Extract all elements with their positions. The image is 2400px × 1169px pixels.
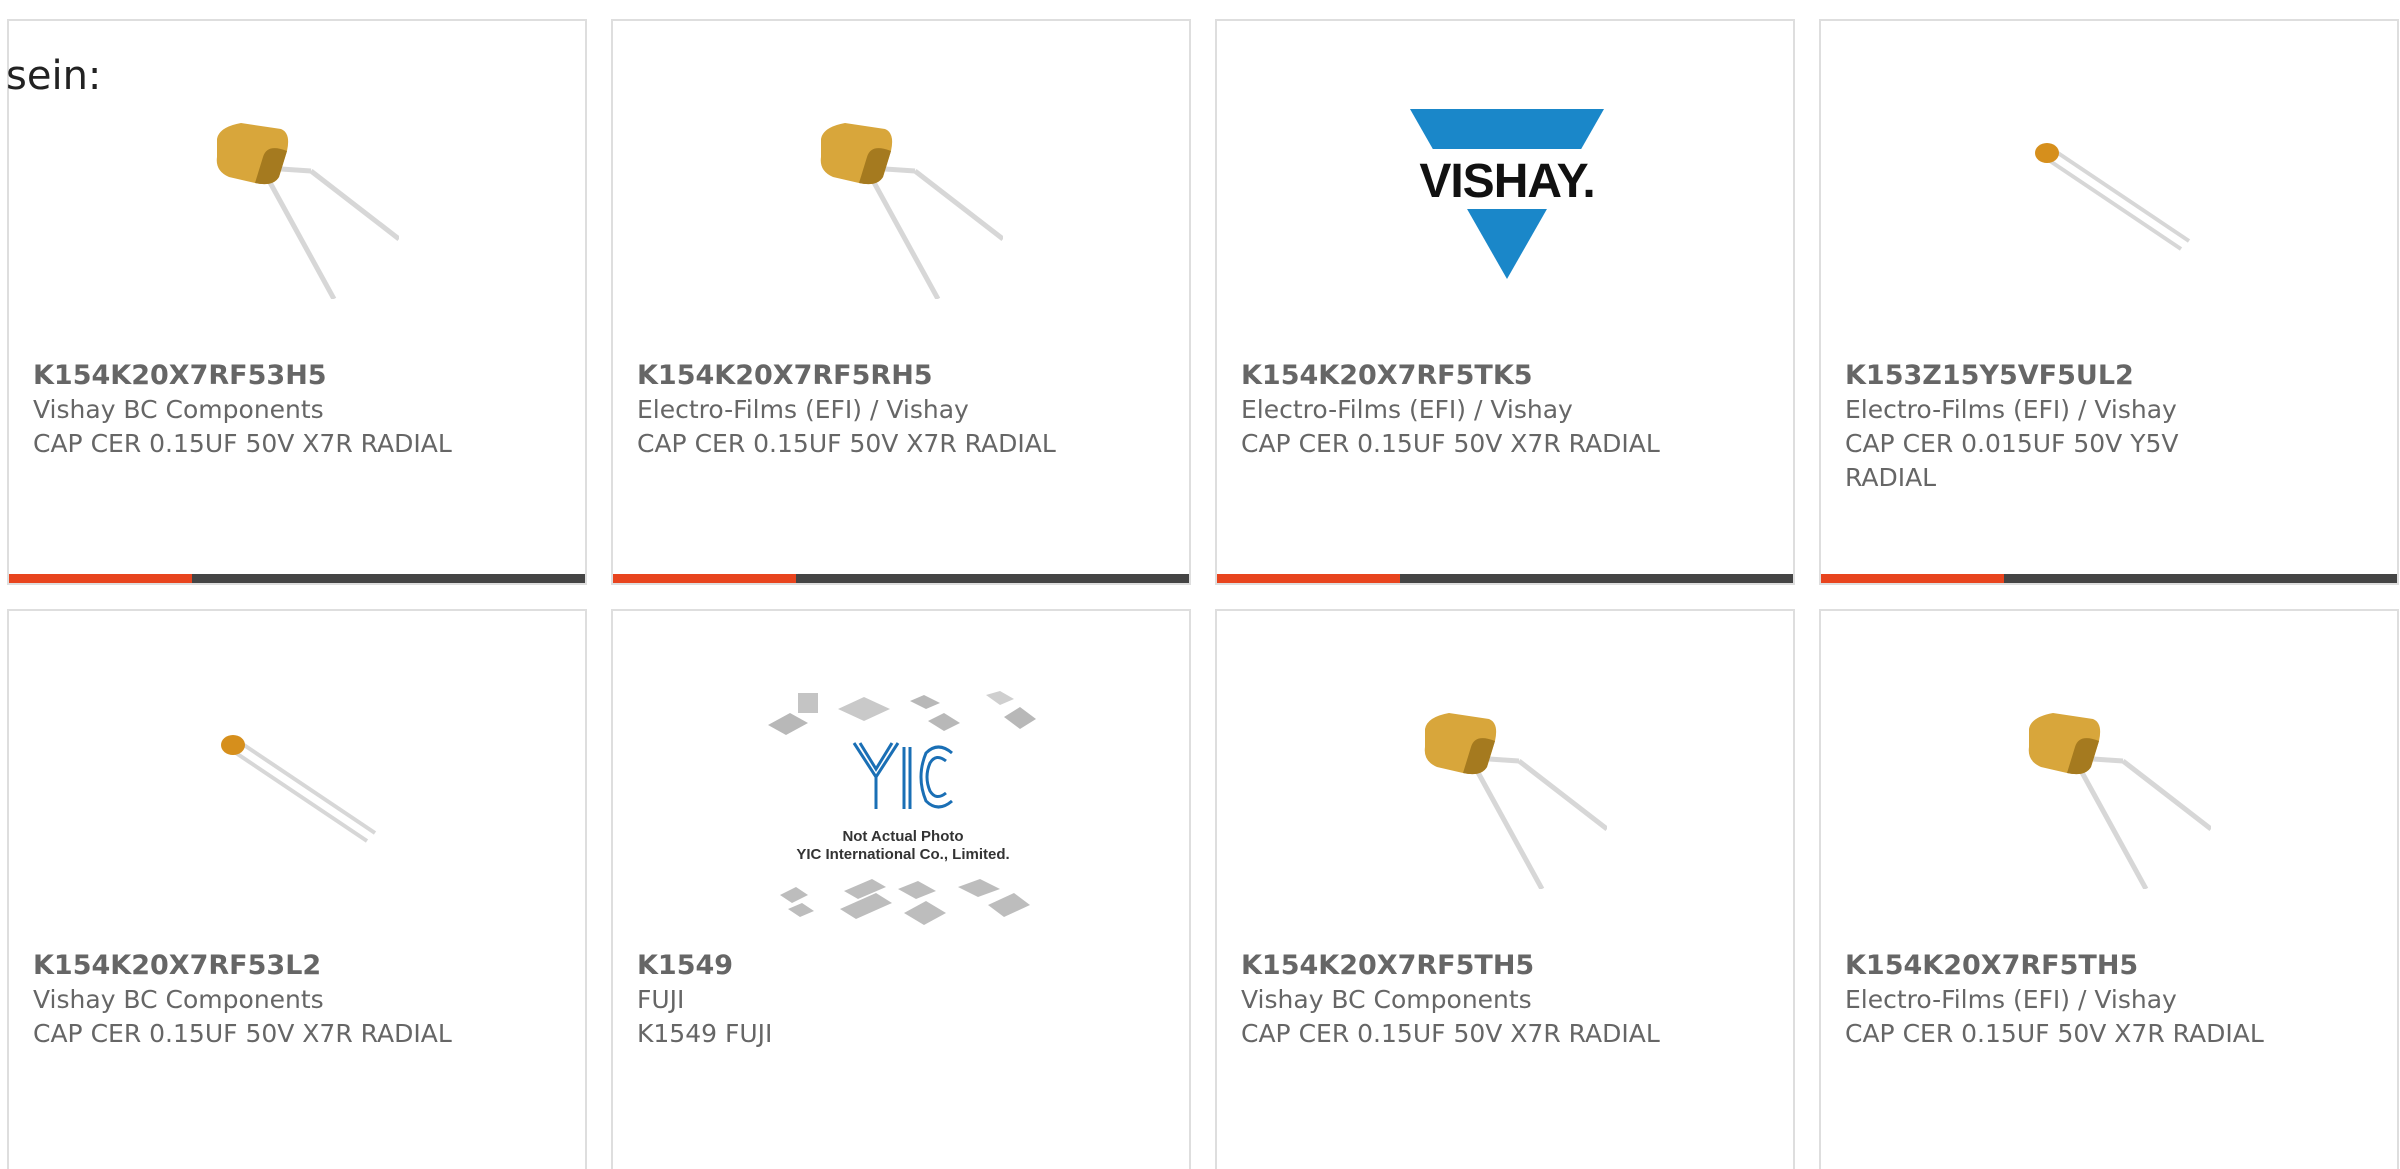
product-image[interactable]: Not Actual Photo YIC International Co., …	[768, 691, 1038, 931]
part-number-link[interactable]: K154K20X7RF53L2	[33, 949, 533, 983]
card-accent-bar	[9, 574, 585, 583]
product-description: CAP CER 0.15UF 50V X7R RADIAL	[33, 1019, 452, 1048]
manufacturer-name: FUJI	[637, 985, 685, 1014]
product-image[interactable]	[1397, 679, 1617, 899]
product-info: K154K20X7RF5TH5 Electro-Films (EFI) / Vi…	[1845, 949, 2345, 1051]
product-card[interactable]: VISHAY. K154K20X7RF5TK5 Electro-Films (E…	[1215, 19, 1795, 585]
product-info: K154K20X7RF5TK5 Electro-Films (EFI) / Vi…	[1241, 359, 1741, 461]
part-number-link[interactable]: K154K20X7RF5TK5	[1241, 359, 1741, 393]
placeholder-company: YIC International Co., Limited.	[796, 846, 1009, 863]
product-card[interactable]: K154K20X7RF5RH5 Electro-Films (EFI) / Vi…	[611, 19, 1191, 585]
product-info: K154K20X7RF5TH5 Vishay BC Components CAP…	[1241, 949, 1741, 1051]
product-card[interactable]: Not Actual Photo YIC International Co., …	[611, 609, 1191, 1169]
manufacturer-name: Vishay BC Components	[33, 985, 324, 1014]
radial-capacitor-icon	[216, 123, 399, 299]
manufacturer-name: Vishay BC Components	[33, 395, 324, 424]
part-number-link[interactable]: K154K20X7RF5TH5	[1845, 949, 2345, 983]
product-grid: K154K20X7RF53H5 Vishay BC Components CAP…	[7, 19, 2400, 1169]
part-number-link[interactable]: K154K20X7RF5TH5	[1241, 949, 1741, 983]
card-accent-fill	[613, 574, 796, 583]
product-card[interactable]: K154K20X7RF5TH5 Electro-Films (EFI) / Vi…	[1819, 609, 2399, 1169]
product-image[interactable]	[2001, 89, 2221, 309]
radial-capacitor-icon	[820, 123, 1003, 299]
product-image[interactable]	[189, 89, 409, 309]
small-capacitor-icon	[221, 735, 377, 843]
placeholder-caption: Not Actual Photo	[842, 828, 963, 845]
radial-capacitor-icon	[1424, 713, 1607, 889]
part-number-link[interactable]: K1549	[637, 949, 1137, 983]
card-accent-fill	[1821, 574, 2004, 583]
product-description: CAP CER 0.015UF 50V Y5V RADIAL	[1845, 429, 2179, 492]
product-description: CAP CER 0.15UF 50V X7R RADIAL	[33, 429, 452, 458]
card-accent-bar	[1821, 574, 2397, 583]
product-info: K154K20X7RF53H5 Vishay BC Components CAP…	[33, 359, 533, 461]
product-info: K1549 FUJI K1549 FUJI	[637, 949, 1137, 1051]
product-description: CAP CER 0.15UF 50V X7R RADIAL	[1241, 1019, 1660, 1048]
manufacturer-name: Electro-Films (EFI) / Vishay	[1845, 985, 2177, 1014]
manufacturer-name: Electro-Films (EFI) / Vishay	[1845, 395, 2177, 424]
small-capacitor-icon	[2035, 143, 2191, 251]
product-description: K1549 FUJI	[637, 1019, 773, 1048]
card-accent-fill	[9, 574, 192, 583]
product-card[interactable]: K154K20X7RF53L2 Vishay BC Components CAP…	[7, 609, 587, 1169]
radial-capacitor-icon	[2028, 713, 2211, 889]
product-card[interactable]: K154K20X7RF5TH5 Vishay BC Components CAP…	[1215, 609, 1795, 1169]
part-number-link[interactable]: K154K20X7RF53H5	[33, 359, 533, 393]
product-card[interactable]: K153Z15Y5VF5UL2 Electro-Films (EFI) / Vi…	[1819, 19, 2399, 585]
product-image[interactable]	[2001, 679, 2221, 899]
product-image[interactable]	[189, 679, 409, 899]
card-accent-bar	[1217, 574, 1793, 583]
product-image[interactable]: VISHAY.	[1397, 89, 1617, 309]
product-info: K154K20X7RF5RH5 Electro-Films (EFI) / Vi…	[637, 359, 1137, 461]
manufacturer-name: Electro-Films (EFI) / Vishay	[1241, 395, 1573, 424]
vishay-logo: VISHAY.	[1402, 109, 1612, 279]
product-description: CAP CER 0.15UF 50V X7R RADIAL	[1845, 1019, 2264, 1048]
svg-text:VISHAY.: VISHAY.	[1419, 155, 1594, 208]
leading-text: sein:	[6, 53, 102, 99]
part-number-link[interactable]: K153Z15Y5VF5UL2	[1845, 359, 2345, 393]
card-accent-fill	[1217, 574, 1400, 583]
product-image[interactable]	[793, 89, 1013, 309]
product-info: K153Z15Y5VF5UL2 Electro-Films (EFI) / Vi…	[1845, 359, 2345, 495]
manufacturer-name: Electro-Films (EFI) / Vishay	[637, 395, 969, 424]
yic-placeholder-image: Not Actual Photo YIC International Co., …	[768, 691, 1036, 925]
product-description: CAP CER 0.15UF 50V X7R RADIAL	[1241, 429, 1660, 458]
product-info: K154K20X7RF53L2 Vishay BC Components CAP…	[33, 949, 533, 1051]
product-description: CAP CER 0.15UF 50V X7R RADIAL	[637, 429, 1056, 458]
manufacturer-name: Vishay BC Components	[1241, 985, 1532, 1014]
card-accent-bar	[613, 574, 1189, 583]
part-number-link[interactable]: K154K20X7RF5RH5	[637, 359, 1137, 393]
